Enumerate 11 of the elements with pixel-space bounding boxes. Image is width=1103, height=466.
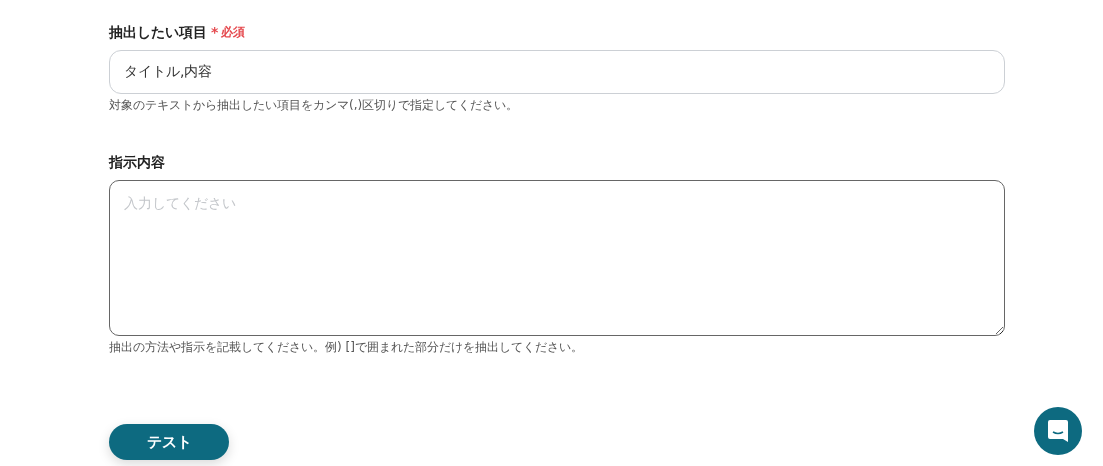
- chat-icon: [1047, 419, 1069, 443]
- field-label: 抽出したい項目: [109, 23, 207, 42]
- help-text: 対象のテキストから抽出したい項目をカンマ(,)区切りで指定してください。: [109, 98, 520, 112]
- help-text: 抽出の方法や指示を記載してください。例) []で囲まれた部分だけを抽出してください。: [109, 340, 584, 354]
- chat-button[interactable]: [1034, 407, 1082, 455]
- text-input[interactable]: タイトル,内容: [109, 50, 1005, 94]
- required-mark: *: [211, 23, 219, 42]
- field-label: 指示内容: [109, 153, 165, 172]
- text-area[interactable]: 入力してください: [109, 180, 1005, 336]
- test-button[interactable]: テスト: [109, 424, 229, 460]
- required-label: 必須: [221, 24, 246, 41]
